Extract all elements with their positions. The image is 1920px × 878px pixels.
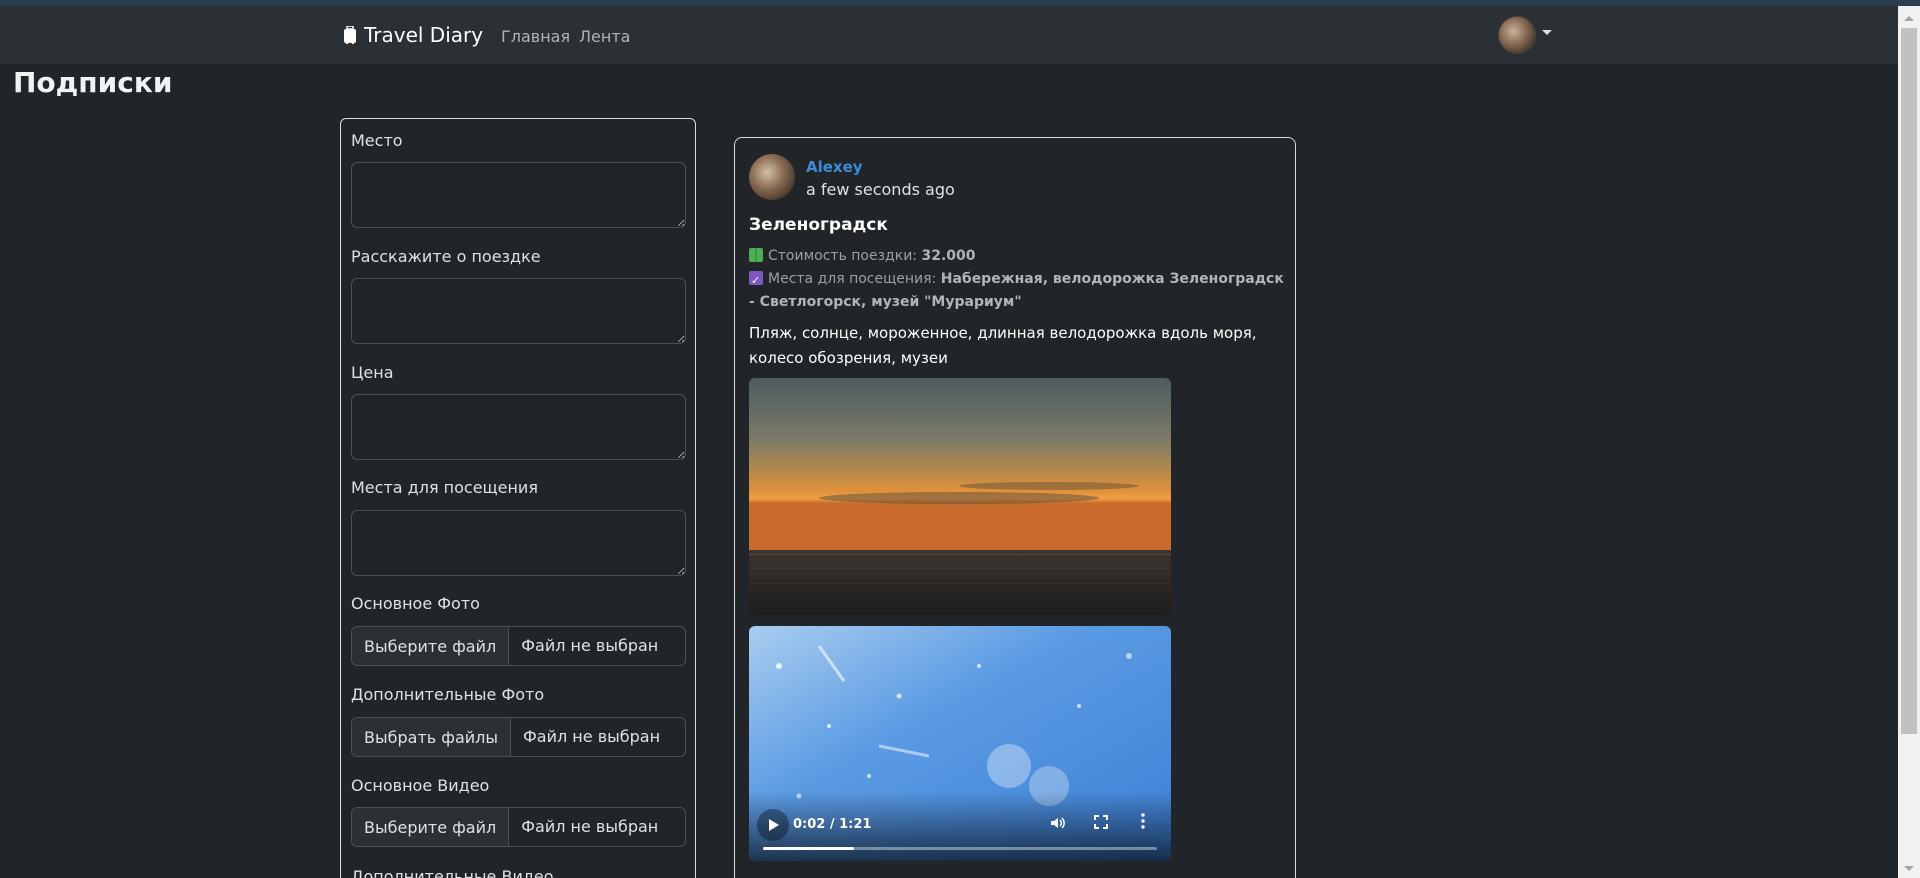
places-input[interactable]: [351, 510, 686, 576]
user-menu-toggle[interactable]: [1498, 16, 1552, 54]
new-post-form: Место Расскажите о поездке Цена Места дл…: [340, 118, 696, 878]
main-photo-choose-button[interactable]: Выберите файл: [352, 627, 510, 665]
fullscreen-icon[interactable]: [1094, 815, 1108, 829]
user-avatar: [1498, 16, 1536, 54]
main-video-file-input[interactable]: Выберите файл Файл не выбран: [351, 807, 686, 847]
money-icon: [749, 248, 763, 262]
post-card: Alexey a few seconds ago Зеленоградск Ст…: [734, 137, 1296, 878]
volume-icon[interactable]: [1049, 815, 1065, 831]
story-input[interactable]: [351, 278, 686, 344]
main-video-status: Файл не выбран: [521, 817, 659, 836]
play-icon[interactable]: [757, 809, 789, 841]
main-photo-file-input[interactable]: Выберите файл Файл не выбран: [351, 626, 686, 666]
more-options-icon[interactable]: [1141, 813, 1145, 829]
nav-home-link[interactable]: Главная: [501, 27, 570, 46]
extra-photos-file-input[interactable]: Выбрать файлы Файл не выбран: [351, 717, 686, 757]
post-time: a few seconds ago: [806, 180, 955, 199]
story-label: Расскажите о поездке: [351, 247, 541, 266]
suitcase-icon: [344, 26, 356, 44]
checkbox-icon: [749, 269, 763, 292]
scroll-up-icon[interactable]: [1904, 16, 1914, 21]
places-label: Места для посещения: [351, 478, 538, 497]
place-label: Место: [351, 131, 403, 150]
scrollbar-thumb[interactable]: [1901, 28, 1917, 734]
trip-cost: Стоимость поездки: 32.000: [749, 245, 1289, 268]
video-progress-bar[interactable]: [763, 847, 1157, 850]
page-title: Подписки: [13, 66, 173, 99]
caret-down-icon: [1542, 29, 1552, 35]
cost-value: 32.000: [921, 248, 976, 264]
main-video-choose-button[interactable]: Выберите файл: [352, 808, 510, 846]
main-video-label: Основное Видео: [351, 776, 490, 795]
place-input[interactable]: [351, 162, 686, 228]
author-avatar[interactable]: [749, 154, 795, 200]
cost-label: Стоимость поездки:: [768, 248, 918, 264]
extra-photos-status: Файл не выбран: [523, 727, 661, 746]
places-label: Места для посещения:: [768, 271, 937, 287]
video-time: 0:02 / 1:21: [793, 817, 872, 832]
page-scrollbar[interactable]: [1898, 6, 1920, 878]
main-photo-label: Основное Фото: [351, 594, 480, 613]
post-title: Зеленоградск: [749, 215, 888, 235]
price-label: Цена: [351, 363, 394, 382]
extra-photos-choose-button[interactable]: Выбрать файлы: [352, 718, 512, 756]
price-input[interactable]: [351, 394, 686, 460]
video-controls: 0:02 / 1:21: [749, 791, 1171, 861]
sunset-photo[interactable]: [749, 378, 1171, 615]
scroll-down-icon[interactable]: [1904, 866, 1914, 871]
main-photo-status: Файл не выбран: [521, 636, 659, 655]
post-description: Пляж, солнце, мороженное, длинная велодо…: [749, 324, 1257, 367]
extra-video-label: Дополнительные Видео: [351, 867, 554, 878]
brand-name: Travel Diary: [364, 23, 484, 47]
video-player[interactable]: 0:02 / 1:21: [749, 626, 1171, 861]
navbar: Travel Diary Главная Лента: [0, 6, 1898, 64]
extra-photos-label: Дополнительные Фото: [351, 685, 545, 704]
nav-feed-link[interactable]: Лента: [579, 27, 630, 46]
author-link[interactable]: Alexey: [806, 158, 863, 176]
brand-link[interactable]: Travel Diary: [344, 23, 483, 47]
places-to-visit: Места для посещения: Набережная, велодор…: [749, 268, 1289, 314]
video-progress-fill: [763, 847, 854, 850]
